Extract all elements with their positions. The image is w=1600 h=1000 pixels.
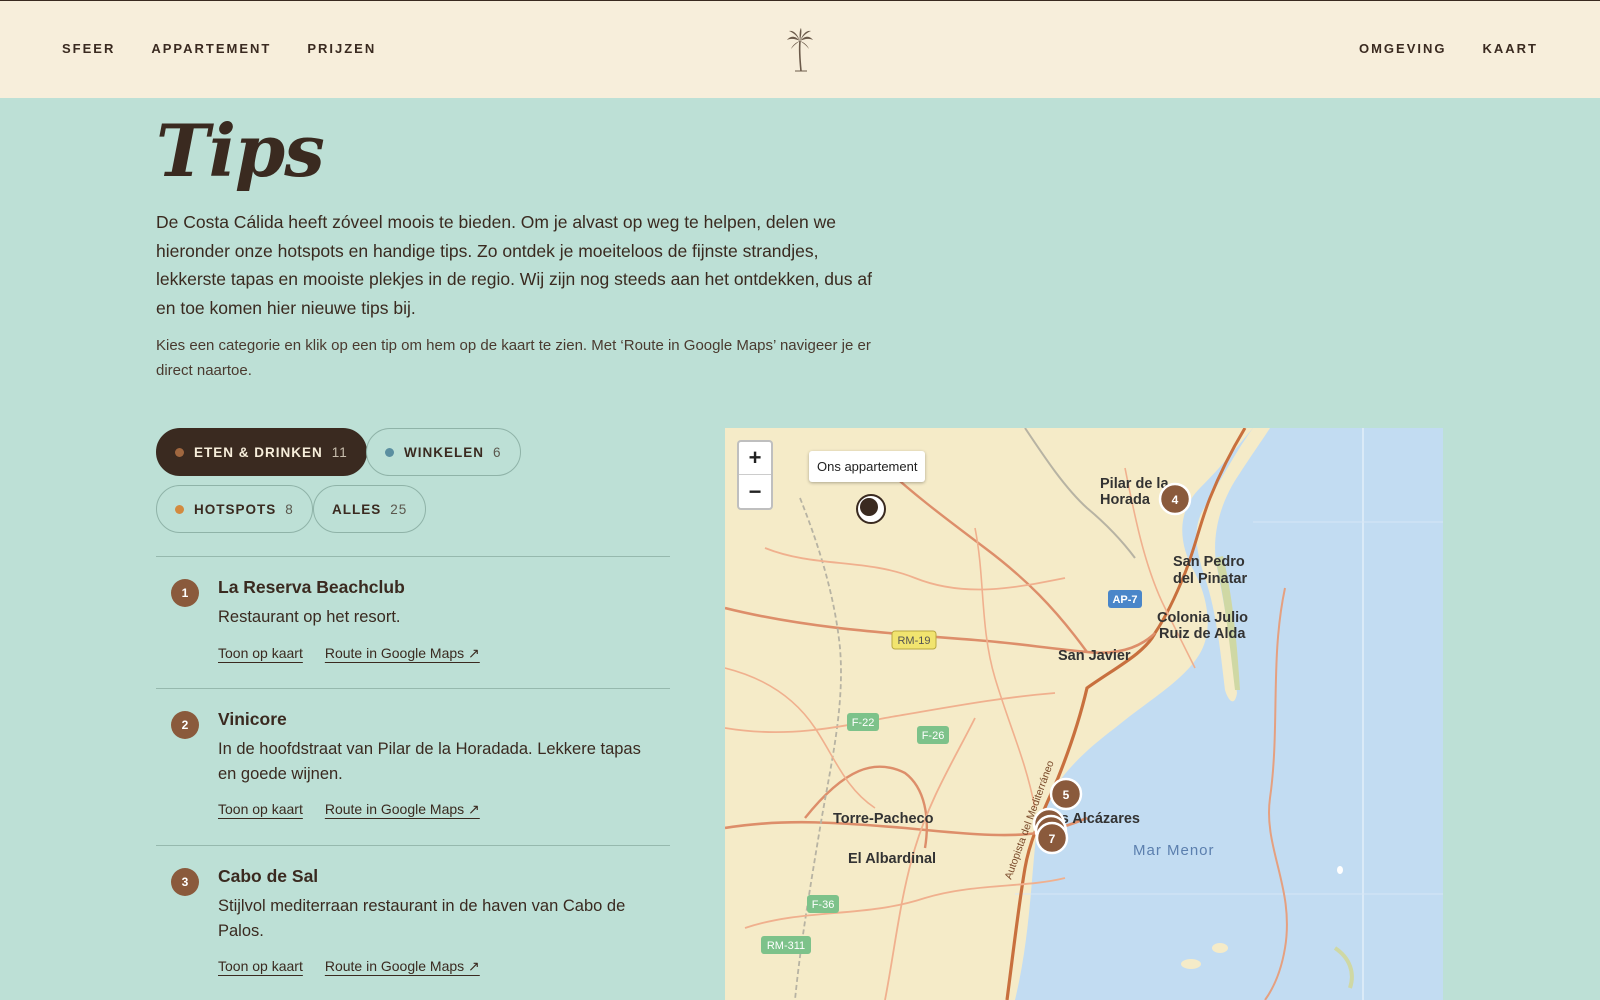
nav-link-omgeving[interactable]: OMGEVING (1359, 41, 1447, 56)
map-marker-cluster[interactable]: 7 (1032, 807, 1069, 855)
palm-tree-icon[interactable] (786, 27, 814, 73)
category-dot-icon (175, 504, 184, 514)
hint-text: Kies een categorie en klik op een tip om… (156, 337, 871, 379)
map-tooltip: Ons appartement (809, 451, 926, 482)
zoom-in-button[interactable]: + (739, 442, 771, 475)
tip-name: La Reserva Beachclub (218, 577, 405, 597)
tip-description: In de hoofdstraat van Pilar de la Horada… (218, 740, 641, 783)
tip-description: Stijlvol mediterraan restaurant in de ha… (218, 897, 626, 940)
tip-item[interactable]: 2 Vinicore In de hoofdstraat van Pilar d… (156, 688, 670, 845)
nav-link-prijzen[interactable]: PRIJZEN (307, 41, 376, 56)
show-on-map-link[interactable]: Toon op kaart (218, 958, 303, 975)
apartment-marker[interactable] (856, 494, 886, 524)
map-label-el-albardinal: El Albardinal (848, 851, 936, 867)
map-marker-4[interactable]: 4 (1158, 482, 1192, 516)
road-label-rm311: RM-311 (767, 940, 805, 952)
road-label-f22: F-22 (852, 717, 875, 729)
map-label-torre-pacheco: Torre-Pacheco (833, 811, 934, 827)
map[interactable]: Pilar de la Horada San Pedro del Pinatar… (725, 428, 1443, 1000)
filter-label: ETEN & DRINKEN (194, 444, 323, 460)
filter-label: ALLES (332, 501, 382, 517)
nav-right: OMGEVING KAART (1359, 41, 1538, 56)
tip-number-badge: 1 (171, 579, 199, 607)
map-label-ruiz-de-alda: Ruiz de Alda (1159, 626, 1246, 642)
filter-label: HOTSPOTS (194, 501, 277, 517)
tip-name: Vinicore (218, 709, 287, 729)
tip-name: Cabo de Sal (218, 866, 319, 886)
tip-description: Restaurant op het resort. (218, 608, 401, 626)
nav-link-sfeer[interactable]: SFEER (62, 41, 115, 56)
map-label-san-javier: San Javier (1058, 648, 1131, 664)
map-tiles[interactable]: Pilar de la Horada San Pedro del Pinatar… (725, 428, 1443, 1000)
page-title: Tips (156, 108, 325, 193)
map-label-mar-menor: Mar Menor (1133, 842, 1215, 859)
nav-left: SFEER APPARTEMENT PRIJZEN (62, 41, 376, 56)
zoom-control: + − (737, 440, 773, 510)
google-maps-route-link[interactable]: Route in Google Maps ↗ (325, 958, 480, 975)
tip-links: Toon op kaart Route in Google Maps ↗ (218, 801, 480, 818)
map-label-colonia: Colonia Julio (1157, 610, 1248, 626)
svg-text:5: 5 (1063, 788, 1070, 802)
map-label-san-pedro: San Pedro (1173, 554, 1245, 570)
tip-links: Toon op kaart Route in Google Maps ↗ (218, 958, 480, 975)
filter-eten-drinken[interactable]: ETEN & DRINKEN 11 (156, 428, 367, 476)
tip-number-badge: 2 (171, 711, 199, 739)
svg-text:4: 4 (1172, 493, 1179, 507)
map-label-pilar: Pilar de la (1100, 476, 1169, 492)
svg-text:7: 7 (1049, 832, 1056, 846)
top-navigation: SFEER APPARTEMENT PRIJZEN OMGEVING KAART (0, 0, 1600, 98)
filter-count: 8 (285, 501, 294, 517)
road-label-ap7: AP-7 (1112, 594, 1137, 606)
filter-alles[interactable]: ALLES 25 (313, 485, 427, 533)
road-label-f36: F-36 (812, 899, 835, 911)
google-maps-route-link[interactable]: Route in Google Maps ↗ (325, 645, 480, 662)
map-marker-5[interactable]: 5 (1049, 777, 1083, 811)
show-on-map-link[interactable]: Toon op kaart (218, 645, 303, 662)
nav-link-kaart[interactable]: KAART (1483, 41, 1539, 56)
filter-hotspots[interactable]: HOTSPOTS 8 (156, 485, 313, 533)
google-maps-route-link[interactable]: Route in Google Maps ↗ (325, 801, 480, 818)
filter-count: 6 (493, 444, 502, 460)
category-dot-icon (175, 447, 184, 457)
map-label-del-pinatar: del Pinatar (1173, 571, 1247, 587)
road-label-f26: F-26 (922, 730, 945, 742)
show-on-map-link[interactable]: Toon op kaart (218, 801, 303, 818)
tip-number-badge: 3 (171, 868, 199, 896)
tip-item[interactable]: 3 Cabo de Sal Stijlvol mediterraan resta… (156, 845, 670, 1000)
category-dot-icon (385, 447, 394, 457)
intro-text: De Costa Cálida heeft zóveel moois te bi… (156, 212, 872, 318)
road-label-rm19: RM-19 (897, 635, 930, 647)
tip-item[interactable]: 1 La Reserva Beachclub Restaurant op het… (156, 556, 670, 688)
filter-winkelen[interactable]: WINKELEN 6 (366, 428, 521, 476)
zoom-out-button[interactable]: − (739, 475, 771, 508)
map-label-horada: Horada (1100, 492, 1151, 508)
nav-link-appartement[interactable]: APPARTEMENT (151, 41, 271, 56)
filter-count: 25 (390, 501, 408, 517)
filter-label: WINKELEN (404, 444, 484, 460)
tip-links: Toon op kaart Route in Google Maps ↗ (218, 645, 480, 662)
filter-count: 11 (331, 444, 348, 460)
